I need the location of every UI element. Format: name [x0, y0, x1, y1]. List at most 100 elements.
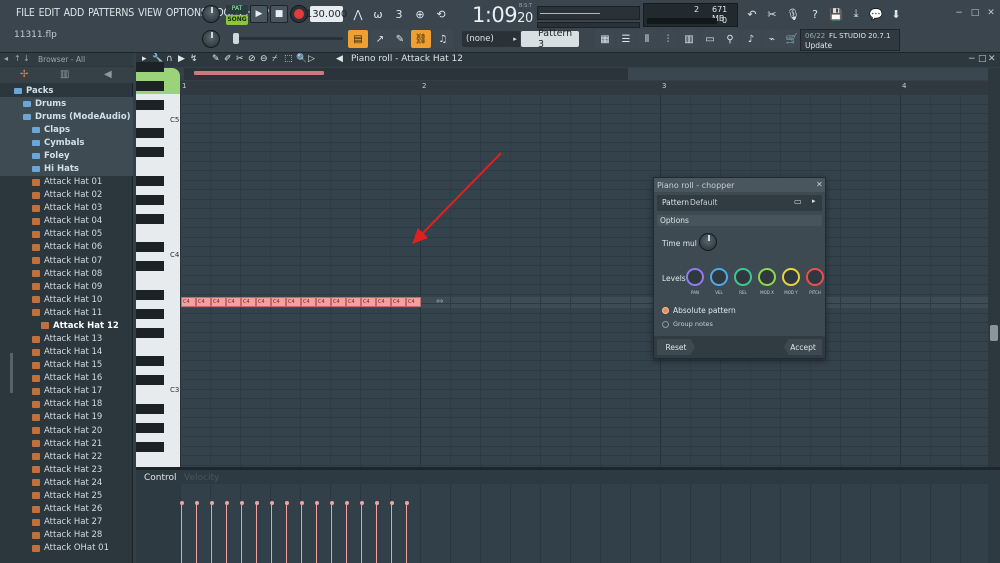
- delete-icon[interactable]: ⊘: [248, 54, 256, 64]
- undo-icon[interactable]: ↶: [742, 4, 762, 24]
- select-icon[interactable]: ⬚: [284, 54, 293, 64]
- browser-speaker-icon[interactable]: ◀: [104, 69, 112, 80]
- countdown-icon[interactable]: 3: [389, 4, 409, 24]
- midi-note[interactable]: C4: [301, 297, 316, 307]
- velocity-bar[interactable]: [211, 503, 212, 563]
- velocity-handle[interactable]: [209, 501, 214, 505]
- chat-icon[interactable]: 💬: [866, 4, 886, 24]
- resize-handle-icon[interactable]: ⇔: [436, 297, 444, 307]
- velocity-handle[interactable]: [224, 501, 229, 505]
- control-target[interactable]: Velocity: [184, 473, 219, 483]
- browser-file[interactable]: Attack Hat 17: [0, 385, 133, 398]
- browser-file[interactable]: Attack Hat 02: [0, 189, 133, 202]
- browser-file[interactable]: Attack Hat 09: [0, 280, 133, 293]
- save-icon[interactable]: 💾: [826, 4, 846, 24]
- mixer-icon[interactable]: ⫴: [637, 30, 657, 48]
- velocity-handle[interactable]: [314, 501, 319, 505]
- midi-note[interactable]: C4: [391, 297, 406, 307]
- folder-icon[interactable]: ▭: [794, 197, 806, 208]
- browser-menu-icon[interactable]: ◂: [4, 54, 8, 63]
- channel-rack-icon[interactable]: ☰: [616, 30, 636, 48]
- accept-button[interactable]: Accept: [784, 339, 822, 355]
- microphone-icon[interactable]: 🎙: [783, 4, 803, 24]
- black-key[interactable]: [136, 327, 164, 338]
- browser-file[interactable]: Attack Hat 26: [0, 503, 133, 516]
- black-key[interactable]: [136, 242, 164, 252]
- chopper-close-icon[interactable]: ✕: [816, 180, 823, 189]
- velocity-handle[interactable]: [194, 501, 199, 505]
- chop-icon[interactable]: ✂: [236, 54, 244, 64]
- browser-file[interactable]: Attack Hat 10: [0, 293, 133, 306]
- menu-file[interactable]: FILE: [14, 7, 37, 19]
- loop-record-icon[interactable]: ⟲: [431, 4, 451, 24]
- level-knob-mod-x[interactable]: [758, 268, 776, 286]
- menu-edit[interactable]: EDIT: [37, 7, 62, 19]
- browser-folder[interactable]: Drums (ModeAudio): [0, 110, 133, 124]
- midi-note[interactable]: C4: [406, 297, 421, 307]
- next-pattern-icon[interactable]: ▸: [812, 197, 822, 208]
- browser-file[interactable]: Attack Hat 11: [0, 306, 133, 319]
- browser-file[interactable]: Attack Hat 14: [0, 346, 133, 359]
- velocity-handle[interactable]: [389, 501, 394, 505]
- black-key[interactable]: [136, 261, 164, 271]
- pattern-selector[interactable]: Pattern 3: [521, 28, 579, 50]
- black-key[interactable]: [136, 308, 164, 319]
- play-button[interactable]: ▶: [250, 5, 268, 23]
- touch-keyboard-icon[interactable]: ♪: [741, 30, 761, 48]
- browser-file[interactable]: Attack Hat 06: [0, 241, 133, 254]
- piano-roll-view-button[interactable]: ▤: [348, 30, 368, 48]
- level-knob-mod-y[interactable]: [782, 268, 800, 286]
- browser-file[interactable]: Attack Hat 12: [0, 319, 133, 332]
- velocity-bar[interactable]: [406, 503, 407, 563]
- black-key[interactable]: [136, 80, 164, 91]
- black-key[interactable]: [136, 99, 164, 110]
- browser-file[interactable]: Attack Hat 08: [0, 267, 133, 280]
- snap-select[interactable]: (none): [462, 31, 510, 47]
- group-notes-radio[interactable]: [662, 320, 669, 328]
- velocity-handle[interactable]: [284, 501, 289, 505]
- note-grid[interactable]: C4 C4 C4 C4 C4 C4 C4 C4 C4 C4 C4 C4 C4 C4 C4 C4 ⇔: [180, 94, 988, 467]
- pencil-icon[interactable]: ✎: [212, 54, 220, 64]
- level-knob-rel[interactable]: [734, 268, 752, 286]
- cut-icon[interactable]: ✂: [762, 4, 782, 24]
- plugin-icon[interactable]: ⚲: [720, 30, 740, 48]
- midi-note[interactable]: C4: [241, 297, 256, 307]
- black-key[interactable]: [136, 403, 164, 414]
- browser-file[interactable]: Attack Hat 27: [0, 516, 133, 529]
- midi-note[interactable]: C4: [271, 297, 286, 307]
- browser-file[interactable]: Attack Hat 01: [0, 176, 133, 189]
- time-mul-knob[interactable]: [699, 233, 717, 251]
- black-key[interactable]: [136, 441, 164, 452]
- velocity-handle[interactable]: [344, 501, 349, 505]
- zoom-icon[interactable]: 🔍: [296, 54, 307, 64]
- cart-icon[interactable]: 🛒: [782, 30, 802, 48]
- close-icon[interactable]: ✕: [986, 8, 996, 18]
- midi-note[interactable]: C4: [316, 297, 331, 307]
- options-header[interactable]: Options: [657, 215, 822, 226]
- play-preview-icon[interactable]: ▶: [178, 54, 185, 64]
- velocity-bar[interactable]: [331, 503, 332, 563]
- black-key[interactable]: [136, 356, 164, 366]
- browser-files-icon[interactable]: ▥: [60, 69, 69, 80]
- help-icon[interactable]: ?: [805, 4, 825, 24]
- piano-keyboard[interactable]: C5 C4 C3: [136, 61, 180, 499]
- maximize-icon[interactable]: □: [970, 8, 980, 18]
- velocity-bar[interactable]: [316, 503, 317, 563]
- step-icon[interactable]: ↯: [190, 54, 198, 64]
- group-notes-option[interactable]: Group notes: [662, 320, 713, 328]
- pattern-value[interactable]: Default: [690, 198, 717, 207]
- stamp-tool-icon[interactable]: ♫: [433, 30, 453, 48]
- black-key[interactable]: [136, 194, 164, 205]
- midi-note[interactable]: C4: [331, 297, 346, 307]
- velocity-bar[interactable]: [301, 503, 302, 563]
- browser-file[interactable]: Attack Hat 23: [0, 463, 133, 476]
- browser-file[interactable]: Attack Hat 16: [0, 372, 133, 385]
- download-icon[interactable]: ⬇: [886, 4, 906, 24]
- velocity-bar[interactable]: [391, 503, 392, 563]
- bar-number[interactable]: 1: [182, 82, 186, 90]
- browser-folder[interactable]: Claps: [0, 123, 133, 137]
- black-key[interactable]: [136, 422, 164, 433]
- metronome-icon[interactable]: ⋀: [348, 4, 368, 24]
- midi-note[interactable]: C4: [286, 297, 301, 307]
- piano-roll-minimize-icon[interactable]: −: [968, 54, 976, 64]
